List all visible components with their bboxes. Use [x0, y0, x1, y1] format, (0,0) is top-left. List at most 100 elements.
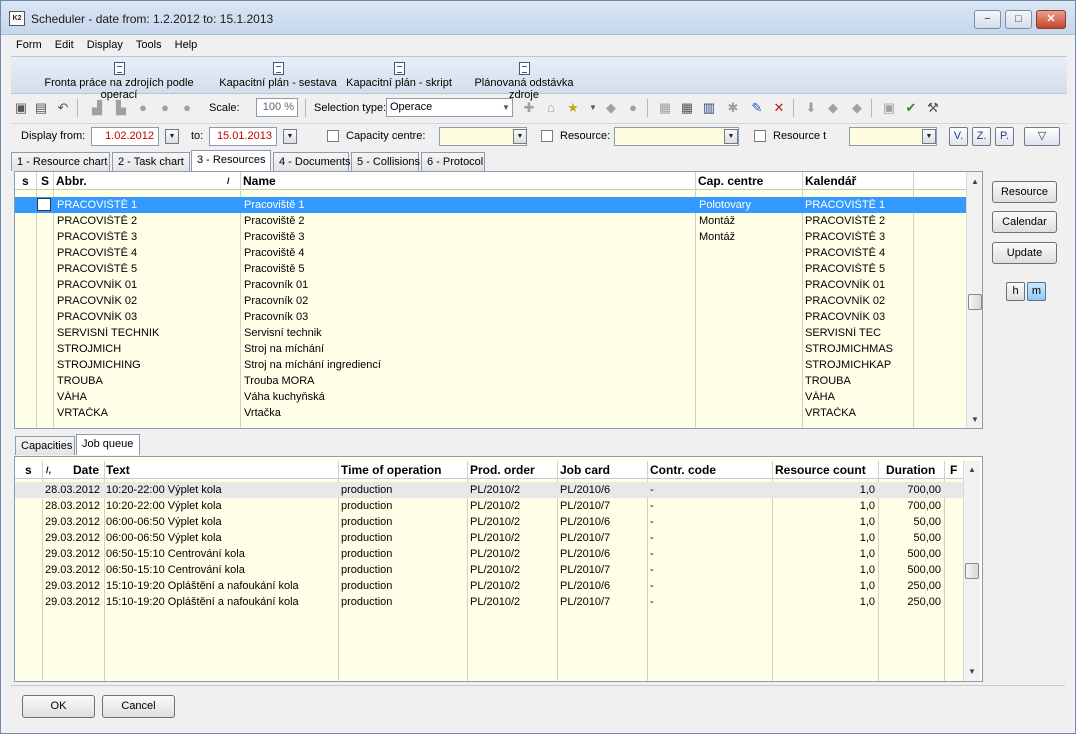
filter-icon[interactable]: ▽	[1024, 127, 1060, 146]
tab-protocol[interactable]: 6 - Protocol	[421, 152, 485, 171]
table-row[interactable]: PRACOVIŠTĚ 5 Pracoviště 5 PRACOVIŠTĚ 5	[15, 261, 966, 277]
chart-up-icon[interactable]: ▙	[113, 100, 129, 116]
ok-button[interactable]: OK	[22, 695, 95, 718]
selection-type-select[interactable]: Operace	[386, 98, 513, 117]
star-icon[interactable]: ★	[565, 100, 581, 116]
v-button[interactable]: V.	[949, 127, 968, 146]
scroll-down-icon[interactable]: ▼	[964, 664, 980, 680]
cancel-button[interactable]: Cancel	[102, 695, 175, 718]
resource-select[interactable]	[614, 127, 739, 146]
table-row[interactable]: 29.03.2012 06:00-06:50 Výplet kola product…	[15, 514, 963, 530]
check-icon[interactable]: ✔	[903, 100, 919, 116]
tab-resource-chart[interactable]: 1 - Resource chart	[11, 152, 110, 171]
unpin-icon[interactable]: ✕	[771, 100, 787, 116]
picture-icon[interactable]: ▣	[881, 100, 897, 116]
scroll-thumb[interactable]	[965, 563, 979, 579]
save-icon[interactable]: ▣	[13, 100, 29, 116]
column-header-calendar[interactable]: Kalendář	[805, 174, 856, 188]
tab-job-queue[interactable]: Job queue	[76, 434, 140, 455]
ribbon-item-kapacitni-sestava[interactable]: Kapacitní plán - sestava	[219, 62, 337, 89]
undo-icon[interactable]: ↶	[55, 100, 71, 116]
pin-icon[interactable]: ✎	[749, 100, 765, 116]
save-as-icon[interactable]: ▤	[33, 100, 49, 116]
resource-type-checkbox[interactable]	[754, 130, 766, 142]
table-row[interactable]: 29.03.2012 15:10-19:20 Opláštění a nafouk…	[15, 578, 963, 594]
table-row[interactable]: VRTAČKA Vrtačka VRTAČKA	[15, 405, 966, 421]
menu-form[interactable]: Form	[11, 37, 47, 53]
scale-input[interactable]: 100 %	[256, 98, 298, 117]
add-task-icon[interactable]: ✚	[521, 100, 537, 116]
display-from-input[interactable]: 1.02.2012	[91, 127, 159, 146]
table-row[interactable]: PRACOVIŠTĚ 4 Pracoviště 4 PRACOVIŠTĚ 4	[15, 245, 966, 261]
move-down-icon[interactable]: ⬇	[803, 100, 819, 116]
zoom-fit-icon[interactable]: ●	[179, 100, 195, 116]
scroll-thumb[interactable]	[968, 294, 982, 310]
resources-scrollbar[interactable]: ▲ ▼	[966, 172, 982, 428]
scroll-up-icon[interactable]: ▲	[967, 174, 982, 190]
column-header-cap-centre[interactable]: Cap. centre	[698, 174, 763, 188]
tab-capacities[interactable]: Capacities	[15, 436, 75, 455]
maximize-button[interactable]: □	[1005, 10, 1032, 29]
resource-checkbox[interactable]	[541, 130, 553, 142]
column-header-status[interactable]: S	[41, 174, 49, 188]
column-header-f[interactable]: F	[950, 463, 957, 477]
calendar-icon[interactable]: ▦	[679, 100, 695, 116]
chevron-down-icon[interactable]: ▼	[585, 100, 601, 116]
capacity-centre-dropdown[interactable]: ▼	[513, 129, 527, 144]
resource-button[interactable]: Resource	[992, 181, 1057, 203]
column-header-duration[interactable]: Duration	[886, 463, 935, 477]
table-row[interactable]: PRACOVIŠTĚ 2 Pracoviště 2 Montáž PRACOVIŠTĚ…	[15, 213, 966, 229]
table-row[interactable]: 28.03.2012 10:20-22:00 Výplet kola product…	[15, 482, 963, 498]
table-row[interactable]: PRACOVIŠTĚ 3 Pracoviště 3 Montáž PRACOVIŠTĚ…	[15, 229, 966, 245]
table-row[interactable]: 29.03.2012 06:50-15:10 Centrování kola pro…	[15, 546, 963, 562]
capacity-centre-checkbox[interactable]	[327, 130, 339, 142]
menu-tools[interactable]: Tools	[131, 37, 167, 53]
column-header-text[interactable]: Text	[106, 463, 130, 477]
move-icon[interactable]: ◆	[825, 100, 841, 116]
table-row[interactable]: STROJMICH Stroj na míchání STROJMICHMAS	[15, 341, 966, 357]
resource-type-dropdown[interactable]: ▼	[922, 129, 936, 144]
move-up-icon[interactable]: ◆	[849, 100, 865, 116]
column-header-job-card[interactable]: Job card	[560, 463, 610, 477]
to-input[interactable]: 15.01.2013	[209, 127, 277, 146]
z-button[interactable]: Z.	[972, 127, 991, 146]
table-row[interactable]: SERVISNÍ TECHNIK Servisní technik SERVISNÍ…	[15, 325, 966, 341]
home-icon[interactable]: ⌂	[543, 100, 559, 116]
menu-edit[interactable]: Edit	[50, 37, 79, 53]
p-button[interactable]: P.	[995, 127, 1014, 146]
zoom-in-icon[interactable]: ●	[135, 100, 151, 116]
tools-icon[interactable]: ⚒	[925, 100, 941, 116]
column-header-time-of-operation[interactable]: Time of operation	[341, 463, 441, 477]
table-row[interactable]: PRACOVNÍK 01 Pracovník 01 PRACOVNÍK 01	[15, 277, 966, 293]
tab-collisions[interactable]: 5 - Collisions	[351, 152, 420, 171]
resource-dropdown[interactable]: ▼	[724, 129, 738, 144]
column-header-s[interactable]: s	[25, 463, 32, 477]
menu-help[interactable]: Help	[170, 37, 203, 53]
circle-icon[interactable]: ●	[625, 100, 641, 116]
hours-toggle[interactable]: h	[1006, 282, 1025, 301]
table-row[interactable]: PRACOVNÍK 02 Pracovník 02 PRACOVNÍK 02	[15, 293, 966, 309]
column-header-s[interactable]: s	[22, 174, 29, 188]
settings-icon[interactable]: ✱	[725, 100, 741, 116]
tab-documents[interactable]: 4 - Documents	[273, 152, 351, 171]
column-header-prod-order[interactable]: Prod. order	[470, 463, 535, 477]
shape-icon[interactable]: ◆	[603, 100, 619, 116]
table-row[interactable]: 29.03.2012 15:10-19:20 Opláštění a nafouk…	[15, 594, 963, 610]
tab-task-chart[interactable]: 2 - Task chart	[112, 152, 190, 171]
chevron-down-icon[interactable]: ▼	[498, 100, 514, 116]
minimize-button[interactable]: −	[974, 10, 1001, 29]
update-button[interactable]: Update	[992, 242, 1057, 264]
column-header-name[interactable]: Name	[243, 174, 276, 188]
table-row[interactable]: 28.03.2012 10:20-22:00 Výplet kola product…	[15, 498, 963, 514]
scroll-down-icon[interactable]: ▼	[967, 412, 982, 428]
column-header-abbr[interactable]: Abbr.	[56, 174, 87, 188]
column-header-resource-count[interactable]: Resource count	[775, 463, 866, 477]
column-header-date[interactable]: Date	[73, 463, 99, 477]
scroll-up-icon[interactable]: ▲	[964, 462, 980, 478]
to-dropdown[interactable]: ▼	[283, 129, 297, 144]
job-queue-scrollbar[interactable]: ▲ ▼	[963, 461, 980, 681]
book-icon[interactable]: ▥	[701, 100, 717, 116]
table-row[interactable]: VÁHA Váha kuchyňská VÁHA	[15, 389, 966, 405]
chart-icon[interactable]: ▟	[89, 100, 105, 116]
table-row[interactable]: 29.03.2012 06:00-06:50 Výplet kola product…	[15, 530, 963, 546]
